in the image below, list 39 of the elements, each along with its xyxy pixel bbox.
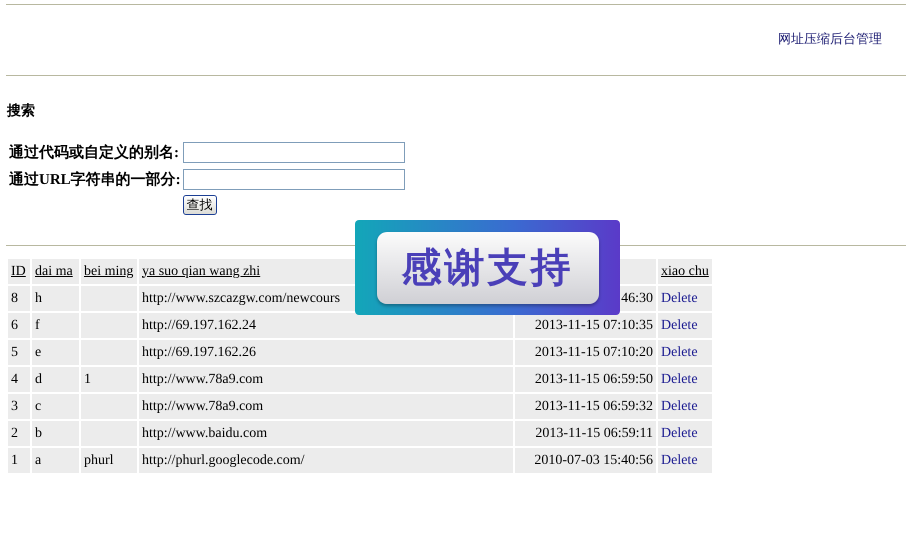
field-label: 通过代码或自定义的别名:	[9, 143, 179, 162]
table-cell: 2	[8, 421, 30, 446]
url-text: http://69.197.162.24	[142, 318, 256, 332]
search-field[interactable]	[182, 142, 405, 163]
table-cell: 4	[8, 367, 30, 392]
column-header[interactable]: ya suo qian wang zhi	[142, 264, 260, 278]
table-cell: 1	[81, 367, 137, 392]
search-heading: 搜索	[7, 102, 36, 121]
url-text: http://www.78a9.com	[142, 372, 264, 386]
table-cell: e	[32, 340, 79, 365]
admin-title-link[interactable]: 网址压缩后台管理	[778, 30, 882, 75]
url-text: http://www.baidu.com	[142, 426, 268, 440]
table-cell: h	[32, 286, 79, 311]
table-cell: phurl	[81, 448, 137, 473]
field-label: 通过URL字符串的一部分:	[9, 170, 181, 189]
table-cell: 5	[8, 340, 30, 365]
table-cell: 8	[8, 286, 30, 311]
find-button[interactable]: 查找	[182, 195, 217, 215]
table-cell: 3	[8, 394, 30, 419]
table-cell: d	[32, 367, 79, 392]
timestamp-text: 2010-07-03 15:40:56	[534, 452, 653, 468]
thanks-banner: 感谢支持	[355, 220, 620, 315]
timestamp-text: 2013-11-15 06:59:50	[534, 372, 653, 386]
url-text: http://www.78a9.com	[142, 398, 264, 414]
table-cell: 1	[8, 448, 30, 473]
table-cell: 6	[8, 313, 30, 338]
url-text: http://phurl.googlecode.com/	[142, 452, 305, 468]
url-text: http://69.197.162.26	[142, 344, 256, 360]
timestamp-text: 2013-11-15 06:59:11	[535, 426, 653, 440]
search-field[interactable]	[182, 169, 405, 190]
timestamp-text: 2013-11-15 07:10:35	[534, 318, 653, 332]
timestamp-text: 2013-11-15 06:59:32	[534, 398, 653, 414]
timestamp-text: 46:30	[621, 290, 653, 306]
table-cell: b	[32, 421, 79, 446]
url-text: http://www.szcazgw.com/newcours	[142, 290, 340, 306]
table-cell: a	[32, 448, 79, 473]
timestamp-text: 2013-11-15 07:10:20	[534, 344, 653, 360]
table-cell: c	[32, 394, 79, 419]
table-cell: f	[32, 313, 79, 338]
